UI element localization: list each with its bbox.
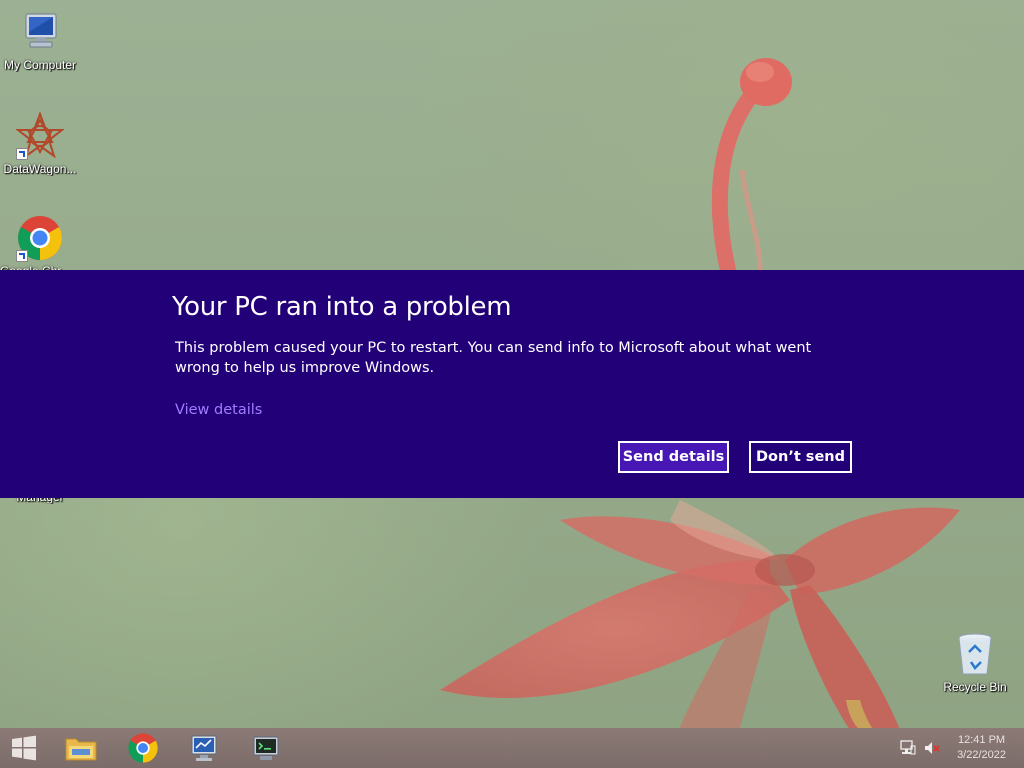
view-details-link[interactable]: View details <box>175 402 262 418</box>
datawagon-icon <box>15 111 65 160</box>
desktop-icon-chrome[interactable]: Google Chrome <box>0 214 80 278</box>
desktop-icon-my-computer[interactable]: My Computer <box>0 8 80 72</box>
desktop-icon-label: DataWagon... <box>3 162 77 176</box>
banner-message: This problem caused your PC to restart. … <box>175 340 812 376</box>
clock-time: 12:41 PM <box>957 734 1006 746</box>
desktop-icon-label: Recycle Bin <box>943 680 1007 694</box>
desktop-icon-recycle-bin[interactable]: Recycle Bin <box>935 630 1015 694</box>
folder-icon <box>65 738 97 761</box>
dont-send-button[interactable]: Don’t send <box>749 441 852 473</box>
banner-title: Your PC ran into a problem <box>172 292 512 322</box>
windows-logo-icon <box>12 735 36 761</box>
clock-date: 3/22/2022 <box>957 749 1006 761</box>
taskbar-monitor-app[interactable] <box>182 731 226 765</box>
terminal-icon <box>253 736 279 760</box>
taskbar-clock[interactable]: 12:41 PM 3/22/2022 <box>957 733 1006 763</box>
chrome-icon <box>16 214 64 262</box>
error-banner: Your PC ran into a problem This problem … <box>0 270 1024 498</box>
send-details-button[interactable]: Send details <box>618 441 729 473</box>
taskbar: 12:41 PM 3/22/2022 <box>0 728 1024 768</box>
desktop-icon-label: My Computer <box>3 58 77 72</box>
chrome-icon <box>128 733 158 763</box>
taskbar-file-explorer[interactable] <box>59 731 103 765</box>
shortcut-arrow-icon <box>16 250 28 262</box>
taskbar-chrome[interactable] <box>121 731 165 765</box>
network-icon[interactable] <box>900 740 916 760</box>
shortcut-arrow-icon <box>16 148 28 160</box>
desktop-icon-datawagon[interactable]: DataWagon... <box>0 111 80 176</box>
volume-muted-icon[interactable] <box>924 740 940 760</box>
recycle-bin-icon <box>951 630 999 678</box>
start-button[interactable] <box>2 731 46 765</box>
my-computer-icon <box>16 8 64 56</box>
monitor-icon <box>191 735 217 761</box>
taskbar-terminal-app[interactable] <box>244 731 288 765</box>
